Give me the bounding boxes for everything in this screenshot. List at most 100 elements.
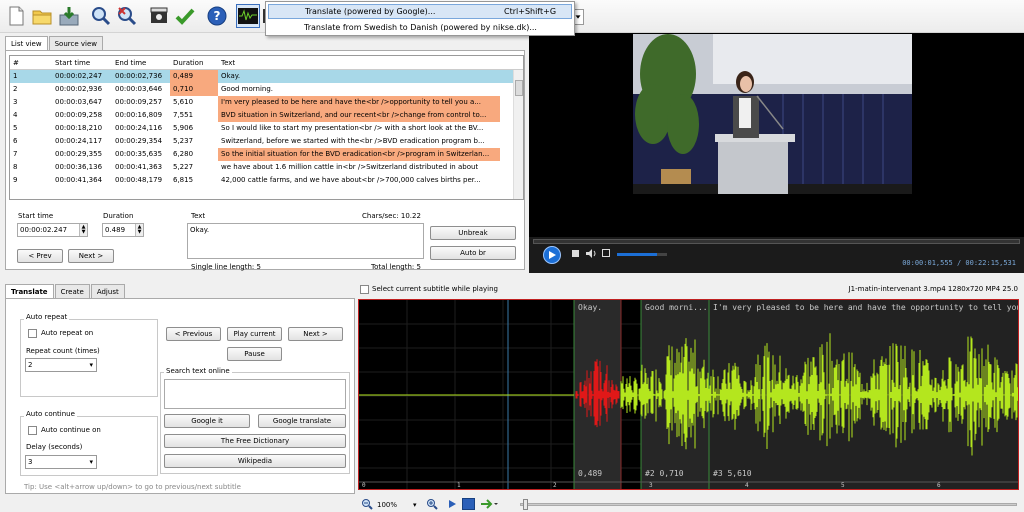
start-time-spinner[interactable]: ▲ ▼ xyxy=(79,224,87,236)
delay-value: 3 xyxy=(28,458,33,466)
duration-field[interactable]: 0.489 ▲ ▼ xyxy=(102,223,144,237)
table-row[interactable]: 9 00:00:41,364 00:00:48,179 6,815 42,000… xyxy=(10,174,523,187)
menu-item-translate-google[interactable]: Translate (powered by Google)... Ctrl+Sh… xyxy=(268,4,572,19)
search-online-title: Search text online xyxy=(164,367,232,375)
grid-view-icon[interactable] xyxy=(462,498,475,510)
visual-sync-icon[interactable] xyxy=(147,4,171,28)
replace-icon[interactable] xyxy=(115,4,139,28)
auto-repeat-label: Auto repeat on xyxy=(41,329,94,337)
table-row[interactable]: 3 00:00:03,647 00:00:09,257 5,610 I'm ve… xyxy=(10,96,523,109)
google-it-button[interactable]: Google it xyxy=(164,414,250,428)
pause-button[interactable]: Pause xyxy=(227,347,282,361)
col-header-start[interactable]: Start time xyxy=(52,56,112,70)
cell-end: 00:00:35,635 xyxy=(115,150,163,158)
volume-slider[interactable] xyxy=(617,253,667,256)
col-header-text[interactable]: Text xyxy=(218,56,500,70)
video-player[interactable]: 00:00:01,555 / 00:22:15,531 xyxy=(529,33,1024,273)
menu-item-translate-nikse[interactable]: Translate from Swedish to Danish (powere… xyxy=(268,20,572,35)
auto-continue-checkbox[interactable] xyxy=(28,426,37,435)
tab-translate[interactable]: Translate xyxy=(5,284,54,299)
open-folder-icon[interactable] xyxy=(30,4,54,28)
volume-icon[interactable] xyxy=(585,248,597,259)
zoom-in-icon[interactable] xyxy=(426,498,438,510)
cell-start: 00:00:09,258 xyxy=(55,111,103,119)
subtitle-text-field[interactable]: Okay. xyxy=(187,223,424,259)
previous-button[interactable]: < Previous xyxy=(166,327,221,341)
table-row[interactable]: 8 00:00:36,136 00:00:41,363 5,227 we hav… xyxy=(10,161,523,174)
cell-text: So I would like to start my presentation… xyxy=(221,124,484,132)
slider-thumb[interactable] xyxy=(523,499,528,510)
cell-number: 8 xyxy=(13,163,18,171)
tick-2: 2 xyxy=(553,482,557,489)
next-button[interactable]: Next > xyxy=(68,249,114,263)
auto-br-button[interactable]: Auto br xyxy=(430,246,516,260)
prev-button[interactable]: < Prev xyxy=(17,249,63,263)
tab-source-view[interactable]: Source view xyxy=(48,36,103,50)
table-row[interactable]: 7 00:00:29,355 00:00:35,635 6,280 So the… xyxy=(10,148,523,161)
cell-number: 6 xyxy=(13,137,18,145)
unbreak-button[interactable]: Unbreak xyxy=(430,226,516,240)
cell-duration: 5,227 xyxy=(173,163,194,171)
waveform-panel[interactable]: Okay. Good morni... I'm very pleased to … xyxy=(358,299,1019,490)
file-info: J1-matin-intervenant 3.mp4 1280x720 MP4 … xyxy=(848,285,1018,293)
waveform-position-slider[interactable] xyxy=(520,499,1017,510)
google-translate-button[interactable]: Google translate xyxy=(258,414,346,428)
start-time-value: 00:00:02.247 xyxy=(20,226,68,234)
repeat-count-select[interactable]: 2 xyxy=(25,358,97,372)
auto-repeat-checkbox[interactable] xyxy=(28,329,37,338)
cell-end: 00:00:41,363 xyxy=(115,163,163,171)
tab-adjust[interactable]: Adjust xyxy=(90,284,125,298)
stop-icon[interactable] xyxy=(572,250,579,257)
cell-text: 42,000 cattle farms, and we have about<b… xyxy=(221,176,481,184)
find-icon[interactable] xyxy=(89,4,113,28)
next-subtitle-button[interactable]: Next > xyxy=(288,327,343,341)
save-icon[interactable] xyxy=(57,4,81,28)
col-header-end[interactable]: End time xyxy=(112,56,170,70)
list-view-box: # Start time End time Duration Text 1 00… xyxy=(5,50,525,271)
subtitle-grid[interactable]: # Start time End time Duration Text 1 00… xyxy=(9,55,524,200)
table-row[interactable]: 1 00:00:02,247 00:00:02,736 0,489 Okay. xyxy=(10,70,523,83)
menu-item-label: Translate from Swedish to Danish (powere… xyxy=(304,23,537,32)
tab-create[interactable]: Create xyxy=(54,284,90,298)
sync-arrows-icon[interactable] xyxy=(480,498,498,510)
cell-text: So the initial situation for the BVD era… xyxy=(218,148,500,161)
cell-number: 4 xyxy=(13,111,18,119)
duration-spinner[interactable]: ▲ ▼ xyxy=(135,224,143,236)
col-header-number[interactable]: # xyxy=(10,56,52,70)
zoom-select[interactable]: 100% ▾ xyxy=(377,498,421,511)
fullscreen-icon[interactable] xyxy=(602,249,610,257)
spell-check-icon[interactable] xyxy=(173,4,197,28)
tick-1: 1 xyxy=(457,482,461,489)
cell-number: 1 xyxy=(13,72,18,80)
tab-list-view[interactable]: List view xyxy=(5,36,48,51)
grid-scrollbar[interactable] xyxy=(513,70,523,199)
play-current-button[interactable]: Play current xyxy=(227,327,282,341)
cell-text: I'm very pleased to be here and have the… xyxy=(218,96,500,109)
waveform-sub3-label: #3 5,610 xyxy=(713,469,752,478)
col-header-duration[interactable]: Duration xyxy=(170,56,218,70)
table-row[interactable]: 2 00:00:02,936 00:00:03,646 0,710 Good m… xyxy=(10,83,523,96)
play-wave-icon[interactable] xyxy=(447,499,457,509)
table-row[interactable]: 5 00:00:18,210 00:00:24,116 5,906 So I w… xyxy=(10,122,523,135)
delay-select[interactable]: 3 xyxy=(25,455,97,469)
zoom-out-icon[interactable] xyxy=(361,498,373,510)
new-file-icon[interactable] xyxy=(4,4,28,28)
waveform-toggle-icon[interactable] xyxy=(236,4,260,28)
cell-start: 00:00:02,936 xyxy=(55,85,103,93)
table-row[interactable]: 4 00:00:09,258 00:00:16,809 7,551 BVD si… xyxy=(10,109,523,122)
start-time-field[interactable]: 00:00:02.247 ▲ ▼ xyxy=(17,223,88,237)
table-row[interactable]: 6 00:00:24,117 00:00:29,354 5,237 Switze… xyxy=(10,135,523,148)
wikipedia-button[interactable]: Wikipedia xyxy=(164,454,346,468)
auto-continue-label: Auto continue on xyxy=(41,426,101,434)
help-icon[interactable]: ? xyxy=(205,4,229,28)
scrollbar-thumb[interactable] xyxy=(515,80,523,96)
tick-4: 4 xyxy=(745,482,749,489)
search-text-field[interactable] xyxy=(164,379,346,409)
cell-number: 3 xyxy=(13,98,18,106)
select-current-checkbox[interactable] xyxy=(360,285,369,294)
cell-duration: 5,610 xyxy=(173,98,194,106)
video-seek-bar[interactable] xyxy=(533,239,1020,244)
free-dictionary-button[interactable]: The Free Dictionary xyxy=(164,434,346,448)
video-controls: 00:00:01,555 / 00:22:15,531 xyxy=(529,237,1024,273)
play-button[interactable] xyxy=(543,246,561,264)
